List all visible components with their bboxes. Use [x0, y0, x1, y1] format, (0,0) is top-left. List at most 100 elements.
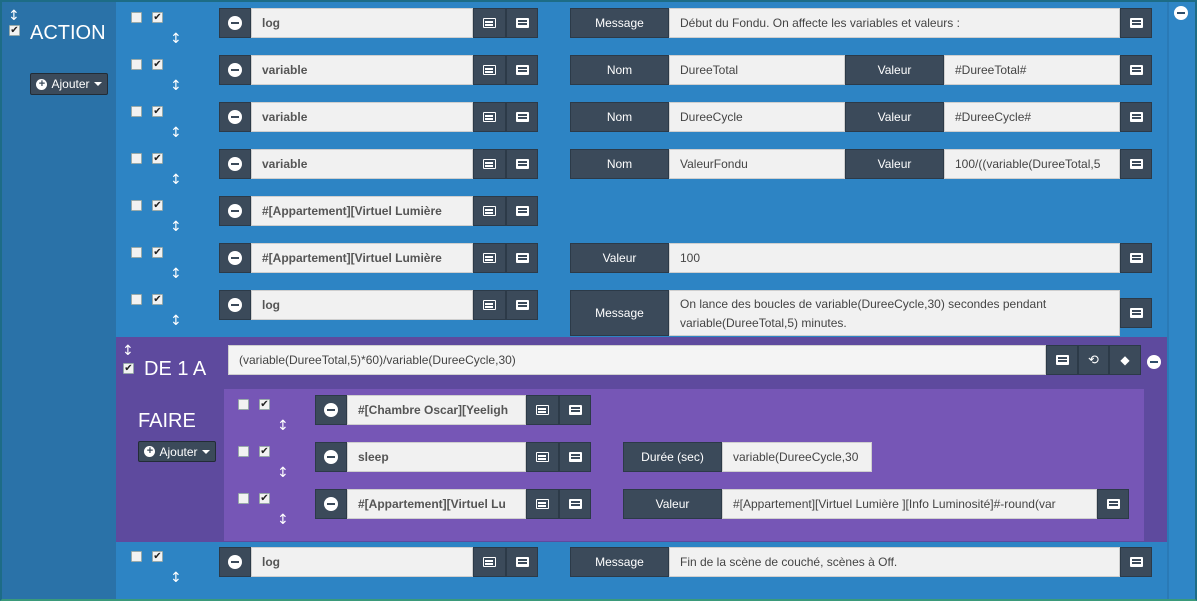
option-input[interactable]: #[Appartement][Virtuel Lumière ][Info Lu…	[722, 489, 1097, 519]
command-options-button[interactable]	[559, 395, 591, 425]
value-options-button[interactable]	[1120, 149, 1152, 179]
option-input[interactable]: DureeTotal	[669, 55, 845, 85]
loop-checkbox[interactable]: ✔	[123, 363, 134, 374]
action-block-checkbox[interactable]: ✔	[9, 25, 20, 36]
move-handle-icon[interactable]: ↕	[170, 314, 182, 328]
value-options-button[interactable]	[1120, 55, 1152, 85]
disable-checkbox[interactable]	[131, 153, 142, 164]
option-input[interactable]: 100	[669, 243, 1120, 273]
option-input[interactable]: variable(DureeCycle,30	[722, 442, 872, 472]
disable-checkbox[interactable]	[238, 399, 249, 410]
remove-row-button[interactable]	[219, 55, 251, 85]
enable-checkbox[interactable]: ✔	[152, 247, 163, 258]
move-handle-icon[interactable]: ↕	[170, 126, 182, 140]
move-handle-icon[interactable]: ↕	[170, 267, 182, 281]
disable-checkbox[interactable]	[238, 446, 249, 457]
command-options-button[interactable]	[506, 102, 538, 132]
select-command-button[interactable]	[473, 243, 506, 273]
enable-checkbox[interactable]: ✔	[152, 59, 163, 70]
select-command-button[interactable]	[526, 395, 559, 425]
select-command-button[interactable]	[473, 102, 506, 132]
remove-block-icon[interactable]	[1174, 6, 1188, 20]
command-options-button[interactable]	[506, 196, 538, 226]
loop-history-button[interactable]: ⟲	[1078, 345, 1109, 375]
command-input[interactable]: variable	[251, 55, 473, 85]
command-input[interactable]: log	[251, 8, 473, 38]
value-options-button[interactable]	[1120, 243, 1152, 273]
loop-move-handle-icon[interactable]: ↕	[122, 344, 134, 358]
move-handle-icon[interactable]: ↕	[170, 220, 182, 234]
loop-list-button[interactable]	[1046, 345, 1078, 375]
enable-checkbox[interactable]: ✔	[259, 446, 270, 457]
option-input[interactable]: DureeCycle	[669, 102, 845, 132]
command-options-button[interactable]	[559, 489, 591, 519]
loop-cube-button[interactable]: ◆	[1109, 345, 1141, 375]
disable-checkbox[interactable]	[131, 200, 142, 211]
move-handle-icon[interactable]: ↕	[8, 9, 20, 23]
move-handle-icon[interactable]: ↕	[277, 466, 289, 480]
message-options-button[interactable]	[1120, 8, 1152, 38]
select-command-button[interactable]	[473, 547, 506, 577]
enable-checkbox[interactable]: ✔	[152, 551, 163, 562]
disable-checkbox[interactable]	[131, 247, 142, 258]
command-input[interactable]: log	[251, 290, 473, 320]
move-handle-icon[interactable]: ↕	[170, 32, 182, 46]
enable-checkbox[interactable]: ✔	[152, 106, 163, 117]
disable-checkbox[interactable]	[131, 294, 142, 305]
remove-row-button[interactable]	[315, 395, 347, 425]
remove-row-button[interactable]	[219, 243, 251, 273]
add-faire-button[interactable]: + Ajouter	[138, 441, 216, 462]
select-command-button[interactable]	[473, 196, 506, 226]
disable-checkbox[interactable]	[131, 551, 142, 562]
select-command-button[interactable]	[473, 8, 506, 38]
enable-checkbox[interactable]: ✔	[152, 294, 163, 305]
option-input[interactable]: #DureeTotal#	[944, 55, 1120, 85]
select-command-button[interactable]	[473, 290, 506, 320]
disable-checkbox[interactable]	[131, 59, 142, 70]
option-input[interactable]: Début du Fondu. On affecte les variables…	[669, 8, 1120, 38]
command-input[interactable]: #[Chambre Oscar][Yeeligh	[347, 395, 526, 425]
command-input[interactable]: #[Appartement][Virtuel Lumière	[251, 243, 473, 273]
message-options-button[interactable]	[1120, 547, 1152, 577]
remove-row-button[interactable]	[219, 547, 251, 577]
remove-loop-icon[interactable]	[1147, 355, 1161, 369]
move-handle-icon[interactable]: ↕	[170, 79, 182, 93]
message-input[interactable]: On lance des boucles de variable(DureeCy…	[669, 290, 1120, 336]
enable-checkbox[interactable]: ✔	[152, 12, 163, 23]
command-options-button[interactable]	[506, 55, 538, 85]
remove-row-button[interactable]	[219, 149, 251, 179]
select-command-button[interactable]	[526, 442, 559, 472]
command-options-button[interactable]	[506, 149, 538, 179]
select-command-button[interactable]	[473, 149, 506, 179]
command-input[interactable]: #[Appartement][Virtuel Lumière	[251, 196, 473, 226]
select-command-button[interactable]	[473, 55, 506, 85]
move-handle-icon[interactable]: ↕	[277, 513, 289, 527]
enable-checkbox[interactable]: ✔	[152, 200, 163, 211]
move-handle-icon[interactable]: ↕	[170, 571, 182, 585]
select-command-button[interactable]	[526, 489, 559, 519]
enable-checkbox[interactable]: ✔	[152, 153, 163, 164]
remove-row-button[interactable]	[315, 442, 347, 472]
add-action-button[interactable]: + Ajouter	[30, 73, 108, 95]
disable-checkbox[interactable]	[131, 12, 142, 23]
disable-checkbox[interactable]	[238, 493, 249, 504]
option-input[interactable]: ValeurFondu	[669, 149, 845, 179]
enable-checkbox[interactable]: ✔	[259, 399, 270, 410]
move-handle-icon[interactable]: ↕	[277, 419, 289, 433]
command-options-button[interactable]	[559, 442, 591, 472]
option-input[interactable]: Fin de la scène de couché, scènes à Off.	[669, 547, 1120, 577]
remove-row-button[interactable]	[219, 290, 251, 320]
message-options-button[interactable]	[1120, 298, 1152, 328]
value-options-button[interactable]	[1097, 489, 1129, 519]
option-input[interactable]: #DureeCycle#	[944, 102, 1120, 132]
disable-checkbox[interactable]	[131, 106, 142, 117]
command-options-button[interactable]	[506, 547, 538, 577]
command-options-button[interactable]	[506, 8, 538, 38]
command-input[interactable]: sleep	[347, 442, 526, 472]
remove-row-button[interactable]	[219, 102, 251, 132]
command-input[interactable]: log	[251, 547, 473, 577]
remove-row-button[interactable]	[219, 196, 251, 226]
loop-expression-input[interactable]: (variable(DureeTotal,5)*60)/variable(Dur…	[228, 345, 1046, 375]
move-handle-icon[interactable]: ↕	[170, 173, 182, 187]
remove-row-button[interactable]	[315, 489, 347, 519]
